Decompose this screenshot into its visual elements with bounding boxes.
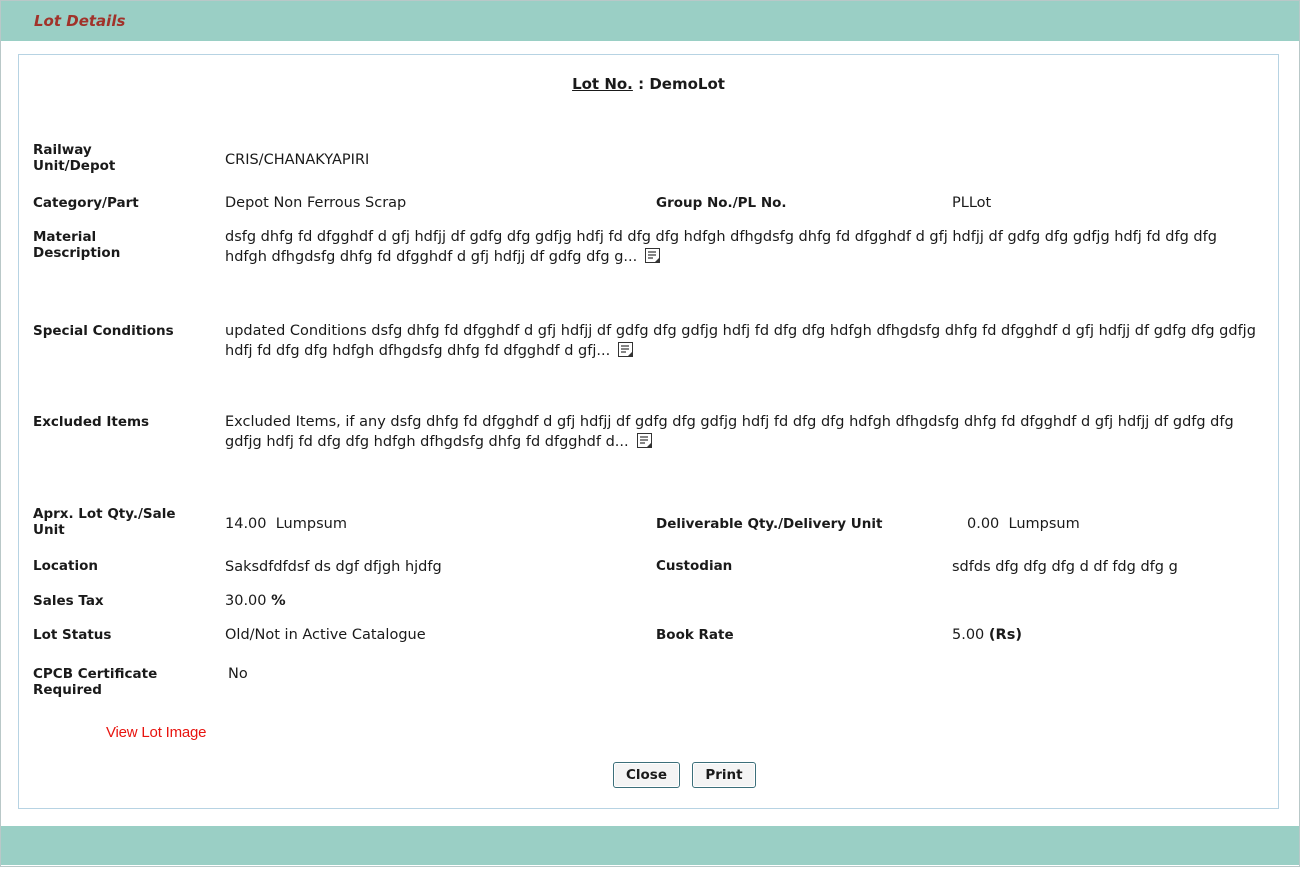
close-button[interactable]: Close — [613, 762, 680, 788]
book-rate-label: Book Rate — [656, 627, 734, 643]
special-conditions-label: Special Conditions — [33, 323, 174, 339]
railway-unit-label: Railway Unit/Depot — [33, 142, 116, 174]
footer-bar — [1, 826, 1299, 865]
note-icon[interactable] — [645, 248, 661, 263]
title-bar: Lot Details — [1, 1, 1299, 41]
book-rate-unit: (Rs) — [988, 627, 1022, 643]
sales-tax-label: Sales Tax — [33, 593, 104, 609]
custodian-label: Custodian — [656, 558, 733, 574]
sales-tax-text: 30.00 % — [225, 591, 286, 611]
material-description-label: Material Description — [33, 229, 121, 261]
category-value: Depot Non Ferrous Scrap — [225, 195, 407, 211]
page-title: Lot Details — [34, 12, 126, 30]
cpcb-row — [32, 689, 1262, 721]
deliverable-qty-label: Deliverable Qty./Delivery Unit — [656, 516, 883, 532]
lot-number-heading: Lot No. : DemoLot — [19, 75, 1278, 93]
cpcb-value: No — [228, 666, 248, 682]
lot-number-separator: : — [632, 75, 650, 93]
excluded-items-value: Excluded Items, if any dsfg dhfg fd dfgg… — [225, 414, 1234, 450]
print-button[interactable]: Print — [692, 762, 756, 788]
location-value: Saksdfdfdsf ds dgf dfjgh hjdfg — [225, 559, 442, 575]
cpcb-label: CPCB Certificate Required — [33, 666, 158, 698]
location-label: Location — [33, 558, 98, 574]
sales-tax-unit: % — [271, 593, 286, 609]
group-no-label: Group No./PL No. — [656, 195, 787, 211]
category-label: Category/Part — [33, 195, 139, 211]
note-icon[interactable] — [618, 342, 634, 357]
view-lot-image-link[interactable]: View Lot Image — [106, 724, 207, 741]
lot-details-window: Lot Details Lot No. : DemoLot Railway Un… — [0, 0, 1300, 867]
railway-unit-value: CRIS/CHANAKYAPIRI — [225, 152, 370, 168]
lot-number-value: DemoLot — [649, 75, 725, 93]
aprx-qty-label: Aprx. Lot Qty./Sale Unit — [33, 506, 176, 538]
special-conditions-value: updated Conditions dsfg dhfg fd dfgghdf … — [225, 323, 1256, 359]
lot-number-label: Lot No. — [572, 75, 633, 93]
lot-details-panel: Lot No. : DemoLot Railway Unit/Depot CRI… — [18, 54, 1279, 809]
custodian-value: sdfds dfg dfg dfg d df fdg dfg g — [952, 559, 1178, 575]
group-no-value: PLLot — [952, 195, 992, 211]
book-rate-value: 5.00 — [952, 627, 985, 643]
book-rate-text: 5.00 (Rs) — [952, 625, 1022, 645]
lot-status-value: Old/Not in Active Catalogue — [225, 627, 426, 643]
deliverable-qty-value: 0.00 Lumpsum — [967, 516, 1080, 532]
excluded-items-label: Excluded Items — [33, 414, 150, 430]
note-icon[interactable] — [636, 433, 652, 448]
special-conditions-text: updated Conditions dsfg dhfg fd dfgghdf … — [225, 321, 1265, 361]
aprx-qty-value: 14.00 Lumpsum — [225, 516, 347, 532]
material-description-value: dsfg dhfg fd dfgghdf d gfj hdfjj df gdfg… — [225, 229, 1217, 265]
sales-tax-value: 30.00 — [225, 593, 267, 609]
lot-status-label: Lot Status — [33, 627, 112, 643]
excluded-items-text: Excluded Items, if any dsfg dhfg fd dfgg… — [225, 412, 1235, 452]
material-description-text: dsfg dhfg fd dfgghdf d gfj hdfjj df gdfg… — [225, 227, 1255, 267]
